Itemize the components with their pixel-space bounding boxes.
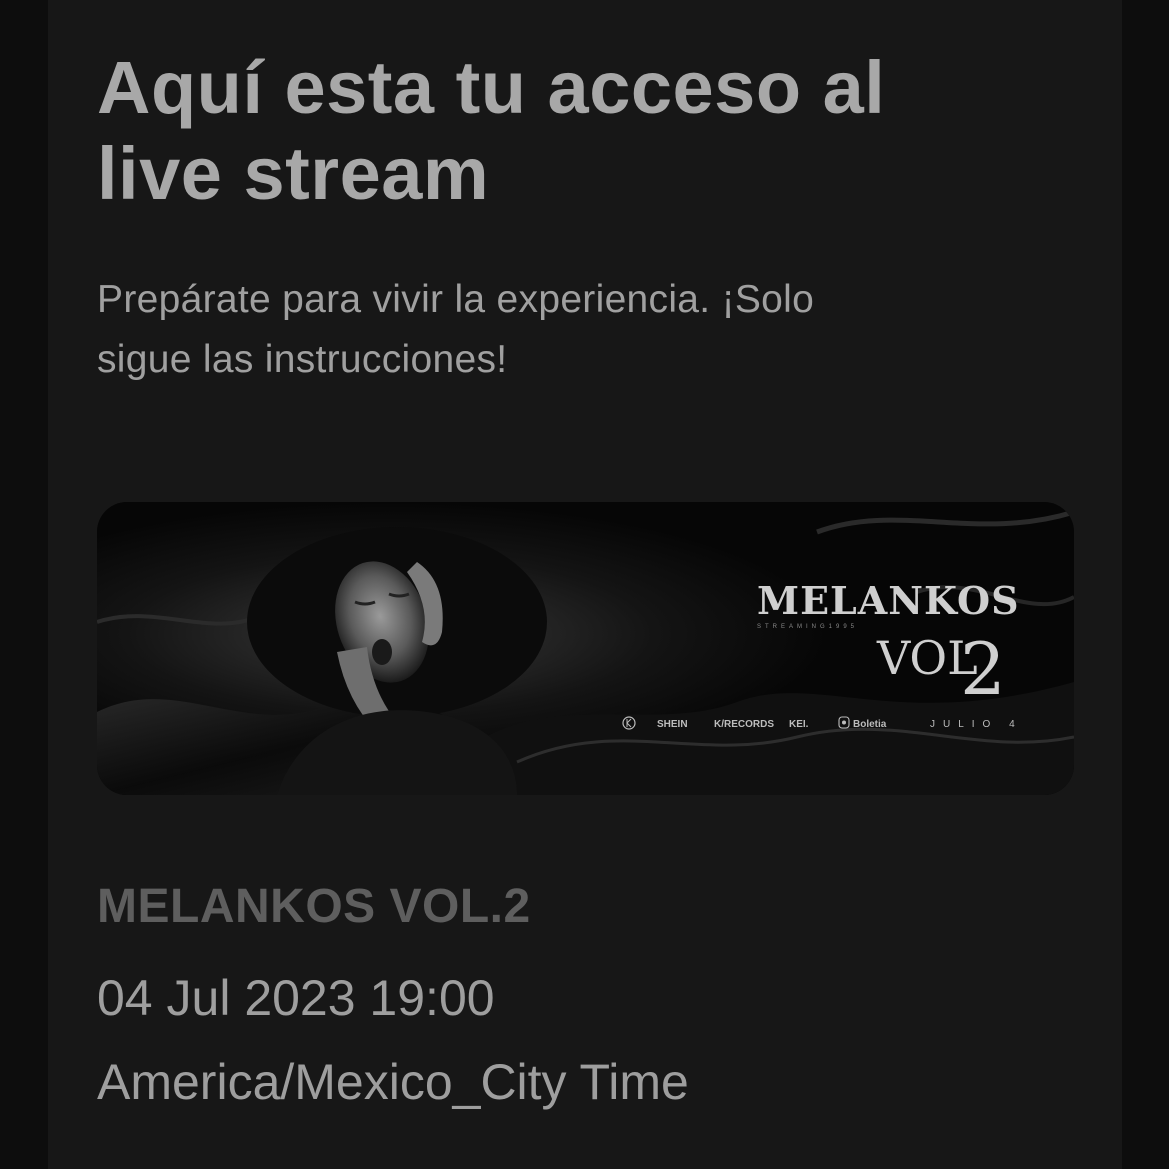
event-banner[interactable]: MELANKOS STREAMING1995 VOL 2 SHEIN K/REC… [97,502,1074,795]
banner-logo-tag: STREAMING1995 [757,624,858,630]
page-title-line-2: live stream [97,132,490,215]
page-subtitle: Prepárate para vivir la experiencia. ¡So… [97,270,1057,390]
banner-logo-main: MELANKOS [757,578,1020,623]
page-title-line-1: Aquí esta tu acceso al [97,46,886,129]
event-timezone: America/Mexico_City Time [97,1054,689,1110]
banner-logo-number: 2 [960,627,1006,711]
page: Aquí esta tu acceso al live stream Prepá… [0,0,1169,1169]
page-subtitle-line-1: Prepárate para vivir la experiencia. ¡So… [97,278,815,321]
banner-date: JULIO 4 [930,719,1023,730]
sponsor-shein: SHEIN [657,719,688,730]
sponsor-kei: KEI. [789,719,809,730]
event-datetime: 04 Jul 2023 19:00 [97,970,495,1026]
event-banner-artwork: MELANKOS STREAMING1995 VOL 2 SHEIN K/REC… [97,502,1074,795]
event-name: MELANKOS VOL.2 [97,880,531,933]
page-subtitle-line-2: sigue las instrucciones! [97,338,508,381]
sponsor-boletia: Boletia [853,719,887,730]
sponsor-krecords: K/RECORDS [714,719,774,730]
page-title: Aquí esta tu acceso al live stream [97,45,1057,217]
